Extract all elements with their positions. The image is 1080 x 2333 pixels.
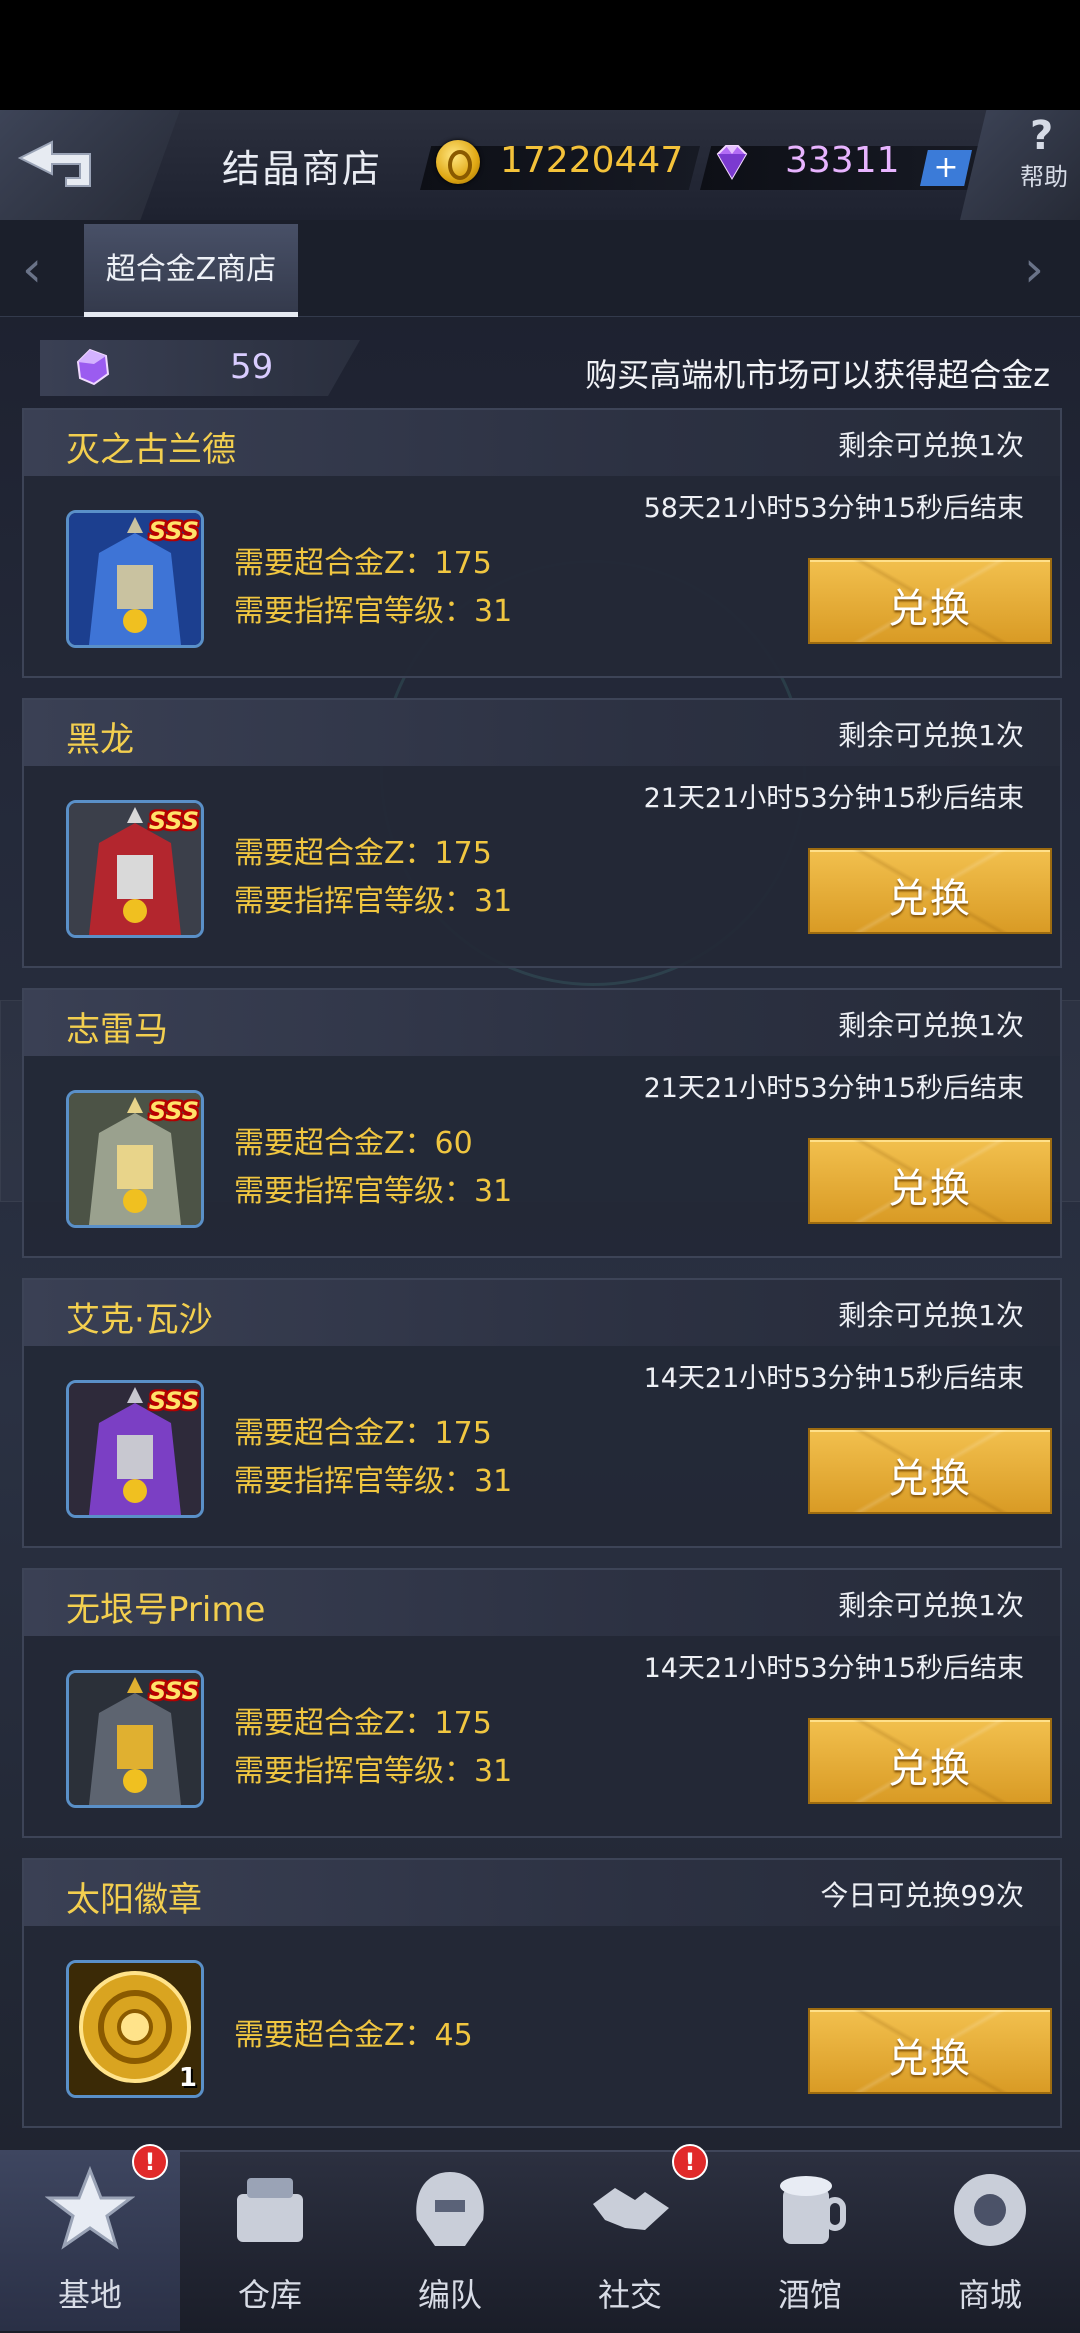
exchange-button-label: 兑换: [888, 1746, 972, 1792]
exchange-button-label: 兑换: [888, 1456, 972, 1502]
exchange-button-label: 兑换: [888, 876, 972, 922]
nav-label: 编队: [417, 2276, 482, 2314]
diamond-icon: [716, 145, 748, 180]
superalloy-z-count: 59: [230, 347, 274, 387]
nav-label: 酒馆: [777, 2276, 842, 2314]
exchange-remaining: 剩余可兑换1次: [838, 1009, 1024, 1042]
item-name: 黑龙: [66, 720, 134, 760]
warehouse-icon: [237, 2178, 303, 2242]
countdown-timer: 21天21小时53分钟15秒后结束: [643, 783, 1024, 814]
required-superalloy: 需要超合金Z：175: [234, 546, 492, 581]
required-superalloy: 需要超合金Z：175: [234, 1706, 492, 1741]
exchange-remaining: 剩余可兑换1次: [838, 1589, 1024, 1622]
item-icon[interactable]: SSS: [66, 1090, 204, 1228]
nav-item-base[interactable]: 基地 !: [0, 2144, 180, 2331]
tab-label: 超合金Z商店: [105, 252, 277, 287]
crystal-shop-screen: 结晶商店 17220447 33311 + ? 帮助 ‹ › 超合金Z商店 59…: [0, 0, 1080, 2333]
required-commander-level: 需要指挥官等级：31: [234, 594, 513, 629]
nav-label: 社交: [597, 2276, 662, 2314]
rank-badge: SSS: [148, 1677, 199, 1705]
countdown-timer: 14天21小时53分钟15秒后结束: [643, 1363, 1024, 1394]
tavern-icon: [780, 2176, 846, 2244]
countdown-timer: 58天21小时53分钟15秒后结束: [643, 493, 1024, 524]
exchange-button[interactable]: 兑换: [808, 1428, 1052, 1514]
tab-superalloy-z-shop[interactable]: 超合金Z商店: [84, 224, 298, 317]
gem-amount: 33311: [785, 140, 900, 181]
exchange-remaining: 今日可兑换99次: [820, 1879, 1024, 1912]
exchange-remaining: 剩余可兑换1次: [838, 1299, 1024, 1332]
exchange-button-label: 兑换: [888, 2036, 972, 2082]
required-commander-level: 需要指挥官等级：31: [234, 1464, 513, 1499]
countdown-timer: 21天21小时53分钟15秒后结束: [643, 1073, 1024, 1104]
nav-label: 基地: [57, 2276, 122, 2314]
item-name: 灭之古兰德: [66, 430, 236, 470]
chevron-right-icon[interactable]: ›: [1024, 240, 1044, 298]
item-icon[interactable]: SSS: [66, 800, 204, 938]
item-name: 无垠号Prime: [66, 1590, 266, 1630]
shop-title: 结晶商店: [222, 147, 383, 191]
nav-item-social[interactable]: 社交 !: [540, 2144, 720, 2331]
shop-item-card: 无垠号Prime 剩余可兑换1次 14天21小时53分钟15秒后结束 SSS 需…: [22, 1568, 1062, 1838]
item-icon[interactable]: SSS: [66, 1670, 204, 1808]
shop-item-card: 灭之古兰德 剩余可兑换1次 58天21小时53分钟15秒后结束 SSS 需要超合…: [22, 408, 1062, 678]
required-commander-level: 需要指挥官等级：31: [234, 1754, 513, 1789]
rank-badge: SSS: [148, 1387, 199, 1415]
chevron-left-icon[interactable]: ‹: [22, 240, 42, 298]
item-name: 艾克·瓦沙: [66, 1300, 213, 1340]
shop-item-card: 艾克·瓦沙 剩余可兑换1次 14天21小时53分钟15秒后结束 SSS 需要超合…: [22, 1278, 1062, 1548]
exchange-button[interactable]: 兑换: [808, 2008, 1052, 2094]
rank-badge: SSS: [148, 517, 199, 545]
alert-badge: !: [672, 2144, 708, 2180]
help-icon: ?: [1030, 113, 1054, 159]
base-icon: [45, 2165, 135, 2250]
shop-item-card: 黑龙 剩余可兑换1次 21天21小时53分钟15秒后结束 SSS 需要超合金Z：…: [22, 698, 1062, 968]
exchange-button-label: 兑换: [888, 586, 972, 632]
required-superalloy: 需要超合金Z：175: [234, 1416, 492, 1451]
alert-badge: !: [132, 2144, 168, 2180]
required-commander-level: 需要指挥官等级：31: [234, 1174, 513, 1209]
nav-label: 仓库: [237, 2276, 302, 2314]
nav-item-warehouse[interactable]: 仓库: [180, 2150, 360, 2331]
exchange-button[interactable]: 兑换: [808, 1138, 1052, 1224]
superalloy-z-icon: [76, 348, 110, 386]
exchange-button[interactable]: 兑换: [808, 558, 1052, 644]
rank-badge: SSS: [148, 807, 199, 835]
item-icon[interactable]: 1: [66, 1960, 204, 2098]
nav-label: 商城: [957, 2276, 1022, 2314]
shop-item-card: 太阳徽章 今日可兑换99次 1 需要超合金Z：45 兑换: [22, 1858, 1062, 2128]
add-gems-button[interactable]: +: [920, 150, 972, 186]
coin-amount: 17220447: [500, 140, 684, 181]
nav-item-mall[interactable]: 商城: [900, 2150, 1080, 2331]
gold-coin-icon: [436, 140, 480, 184]
back-button[interactable]: [0, 110, 180, 220]
item-name: 太阳徽章: [66, 1880, 202, 1920]
required-superalloy: 需要超合金Z：60: [234, 1126, 473, 1161]
exchange-remaining: 剩余可兑换1次: [838, 719, 1024, 752]
item-name: 志雷马: [66, 1010, 168, 1050]
required-superalloy: 需要超合金Z：175: [234, 836, 492, 871]
item-quantity: 1: [178, 2063, 197, 2093]
exchange-button-label: 兑换: [888, 1166, 972, 1212]
back-arrow-icon: [17, 140, 91, 187]
item-icon[interactable]: SSS: [66, 510, 204, 648]
purchase-hint: 购买高端机市场可以获得超合金z: [585, 356, 1050, 394]
exchange-button[interactable]: 兑换: [808, 848, 1052, 934]
exchange-button[interactable]: 兑换: [808, 1718, 1052, 1804]
nav-item-tavern[interactable]: 酒馆: [720, 2150, 900, 2331]
formation-icon: [416, 2172, 484, 2246]
required-commander-level: 需要指挥官等级：31: [234, 884, 513, 919]
rank-badge: SSS: [148, 1097, 199, 1125]
mall-icon: [954, 2174, 1026, 2246]
shop-item-card: 志雷马 剩余可兑换1次 21天21小时53分钟15秒后结束 SSS 需要超合金Z…: [22, 988, 1062, 1258]
required-superalloy: 需要超合金Z：45: [234, 2018, 473, 2053]
nav-item-formation[interactable]: 编队: [360, 2150, 540, 2331]
help-label: 帮助: [1020, 163, 1068, 191]
social-icon: [593, 2188, 669, 2230]
countdown-timer: 14天21小时53分钟15秒后结束: [643, 1653, 1024, 1684]
exchange-remaining: 剩余可兑换1次: [838, 429, 1024, 462]
item-icon[interactable]: SSS: [66, 1380, 204, 1518]
status-bar: [0, 0, 1080, 110]
